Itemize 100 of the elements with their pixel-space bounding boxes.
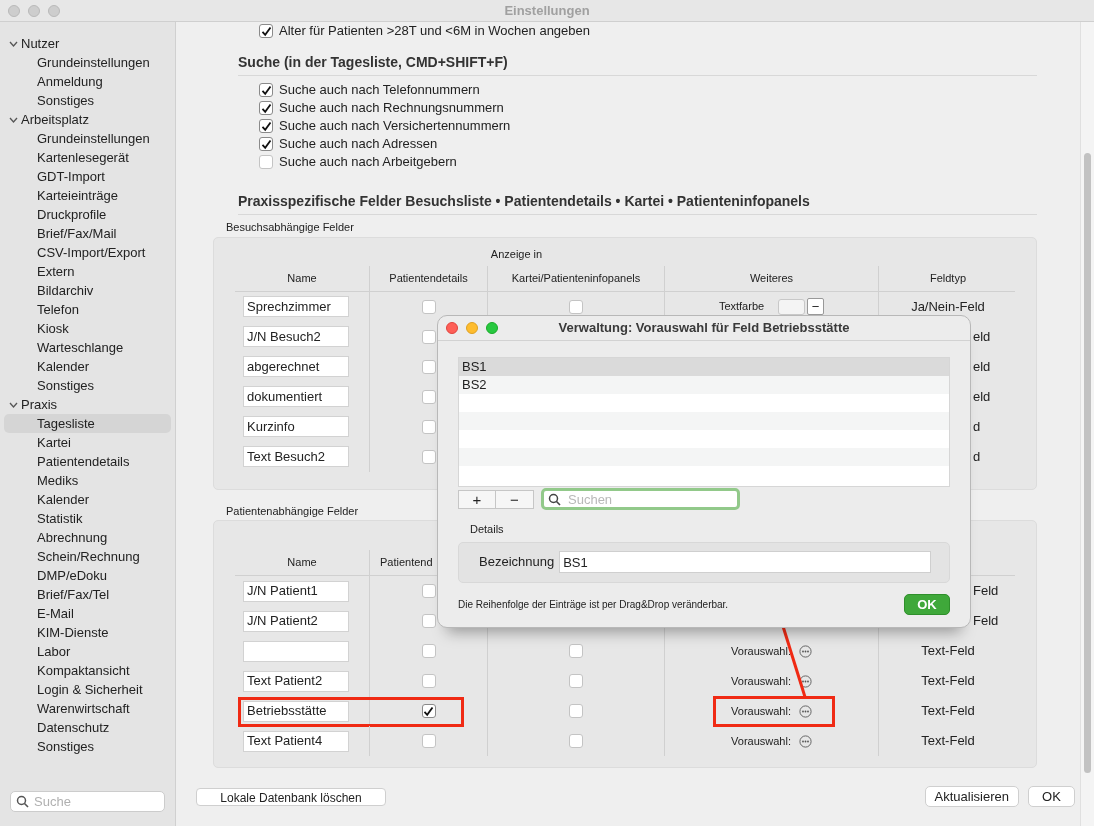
sidebar-item[interactable]: Extern (4, 262, 171, 281)
sidebar-item[interactable]: Warteschlange (4, 338, 171, 357)
sidebar-item[interactable]: Sonstiges (4, 737, 171, 756)
section-title: Suche (in der Tagesliste, CMD+SHIFT+F) (238, 52, 1037, 76)
name-field[interactable]: dokumentiert (243, 386, 349, 407)
delete-database-button[interactable]: Lokale Datenbank löschen (196, 787, 386, 806)
sidebar-item[interactable]: Labor (4, 642, 171, 661)
sidebar-section[interactable]: Praxis (21, 394, 58, 415)
field-type: Ja/Nein-Feld (911, 297, 985, 316)
column-header: Weiteres (749, 270, 794, 286)
column-header: Patientendetails (389, 270, 468, 286)
sidebar-item[interactable]: Druckprofile (4, 205, 171, 224)
sidebar-item[interactable]: Karteieinträge (4, 186, 171, 205)
sidebar-item[interactable]: Kalender (4, 490, 171, 509)
remove-button[interactable]: − (807, 298, 825, 315)
sidebar-item[interactable]: Sonstiges (4, 91, 171, 110)
field-type: eld (973, 327, 991, 346)
sidebar-item[interactable]: Mediks (4, 471, 171, 490)
sidebar-item[interactable]: Bildarchiv (4, 281, 171, 300)
search-field[interactable]: Suchen (541, 488, 740, 510)
sidebar-item[interactable]: E-Mail (4, 604, 171, 623)
sidebar-item[interactable]: Kartei (4, 433, 171, 452)
name-field[interactable]: Text Patient2 (243, 670, 349, 692)
option-label: Suche auch nach Adressen (279, 135, 438, 154)
column-header: Name (287, 555, 317, 571)
sidebar-item[interactable]: Login & Sicherheit (4, 680, 171, 699)
name-field[interactable]: abgerechnet (243, 356, 349, 377)
window-title: Einstellungen (504, 1, 590, 20)
option-label: Suche auch nach Arbeitgebern (279, 153, 457, 172)
sidebar-item[interactable]: Kiosk (4, 319, 171, 338)
group-title: Patientenabhängige Felder (225, 503, 359, 519)
sidebar-item[interactable]: KIM-Dienste (4, 623, 171, 642)
sidebar-item[interactable]: Brief/Fax/Tel (4, 585, 171, 604)
group-title: Besuchsabhängige Felder (225, 220, 354, 235)
name-field[interactable]: J/N Patient1 (243, 580, 349, 602)
hint-text: Die Reihenfolge der Einträge ist per Drag&Drop veränderbar. (458, 597, 730, 612)
option-label: Suche auch nach Versichertennummern (279, 117, 511, 136)
field-type: Feld (973, 612, 999, 631)
name-field[interactable]: Text Besuch2 (243, 446, 349, 467)
list-item[interactable]: BS2 (459, 376, 949, 394)
option-label: Alter für Patienten >28T und <6M in Wochen angeben (279, 22, 590, 41)
sidebar-item[interactable]: Grundeinstellungen (4, 129, 171, 148)
sidebar-item[interactable]: DMP/eDoku (4, 566, 171, 585)
name-field[interactable]: BS1 (559, 551, 931, 573)
name-field[interactable]: J/N Besuch2 (243, 326, 349, 347)
sidebar-item[interactable]: Grundeinstellungen (4, 53, 171, 72)
field-type: d (973, 417, 981, 436)
option-label: Suche auch nach Telefonnummern (279, 81, 480, 100)
name-field[interactable]: Text Patient4 (243, 730, 349, 752)
field-type: Text-Feld (921, 702, 975, 721)
name-field[interactable]: Sprechzimmer (243, 296, 349, 317)
sidebar-section[interactable]: Arbeitsplatz (21, 109, 89, 130)
dialog-title: Verwaltung: Vorauswahl für Feld Betriebsstätte (558, 319, 850, 338)
name-field[interactable]: J/N Patient2 (243, 610, 349, 632)
sidebar-section[interactable]: Nutzer (21, 33, 60, 54)
remove-button[interactable]: − (496, 489, 534, 509)
option-label: Vorauswahl: (731, 733, 791, 749)
field-type: Feld (973, 582, 999, 601)
sidebar-item[interactable]: Tagesliste (4, 414, 171, 433)
sidebar-item[interactable]: Schein/Rechnung (4, 547, 171, 566)
sidebar-item[interactable]: Statistik (4, 509, 171, 528)
section-title: Praxisspezifische Felder Besuchsliste • Patientendetails • Kartei • Patienteninfopanels (238, 191, 1037, 215)
option-label: Vorauswahl: (731, 673, 791, 689)
option-label: Suche auch nach Rechnungsnummern (279, 99, 504, 118)
field-type: d (973, 447, 981, 466)
sidebar-item[interactable]: Anmeldung (4, 72, 171, 91)
add-button[interactable]: + (458, 489, 496, 509)
option-label: Vorauswahl: (731, 643, 791, 659)
column-header: Name (287, 270, 317, 286)
sidebar-item[interactable]: Kalender (4, 357, 171, 376)
sidebar-item[interactable]: Telefon (4, 300, 171, 319)
field-type: eld (973, 387, 991, 406)
sidebar-item[interactable]: GDT-Import (4, 167, 171, 186)
field-type: eld (973, 357, 991, 376)
field-type: Text-Feld (921, 672, 975, 691)
search-field[interactable]: Suche (10, 791, 165, 812)
option-label: Vorauswahl: (731, 703, 791, 719)
field-type: Text-Feld (921, 642, 975, 661)
option-label: Textfarbe (718, 299, 765, 315)
column-group-header: Anzeige in (490, 246, 543, 262)
sidebar-item[interactable]: Kartenlesegerät (4, 148, 171, 167)
refresh-button[interactable]: Aktualisieren (924, 786, 1019, 807)
column-header: Feldtyp (929, 270, 967, 286)
field-label: Bezeichnung (479, 553, 555, 572)
column-header: Patientend (380, 555, 433, 571)
field-type: Text-Feld (921, 732, 975, 751)
sidebar-item[interactable]: Warenwirtschaft (4, 699, 171, 718)
name-field[interactable]: Kurzinfo (243, 416, 349, 437)
name-field[interactable]: Betriebsstätte (243, 700, 349, 722)
sidebar-item[interactable]: Datenschutz (4, 718, 171, 737)
sidebar-item[interactable]: Abrechnung (4, 528, 171, 547)
group-title: Details (469, 522, 504, 537)
sidebar-item[interactable]: Brief/Fax/Mail (4, 224, 171, 243)
column-header: Kartei/Patienteninfopanels (511, 270, 641, 286)
sidebar-item[interactable]: Patientendetails (4, 452, 171, 471)
list-item[interactable]: BS1 (459, 358, 949, 376)
sidebar-item[interactable]: Sonstiges (4, 376, 171, 395)
sidebar-item[interactable]: Kompaktansicht (4, 661, 171, 680)
ok-button[interactable]: OK (1028, 786, 1075, 807)
sidebar-item[interactable]: CSV-Import/Export (4, 243, 171, 262)
